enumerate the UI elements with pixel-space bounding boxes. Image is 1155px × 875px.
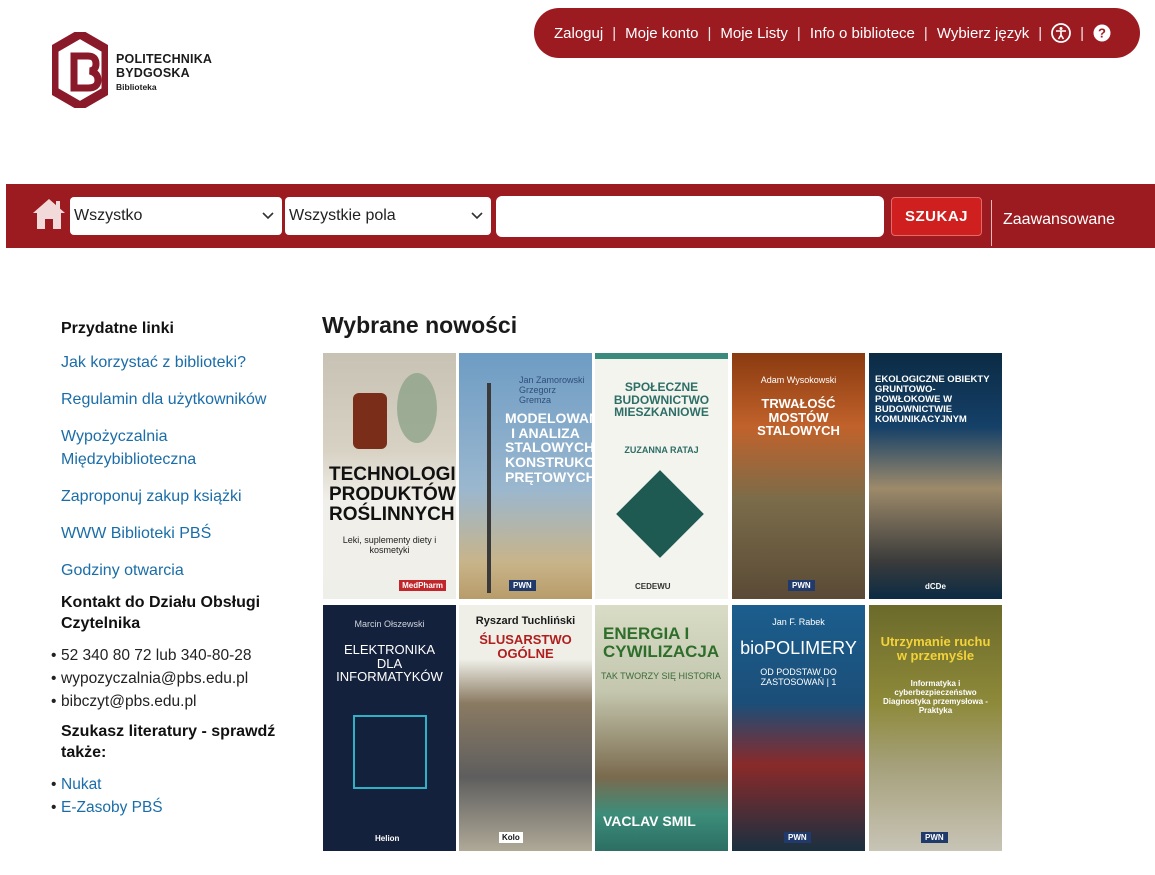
- svg-text:?: ?: [1098, 26, 1106, 41]
- accessibility-icon[interactable]: [1051, 23, 1072, 43]
- login-link[interactable]: Zaloguj: [554, 25, 603, 42]
- sidebar-link-interlibrary-loan[interactable]: Wypożyczalnia Międzybiblioteczna: [61, 425, 301, 471]
- sidebar-link-suggest-purchase[interactable]: Zaproponuj zakup książki: [61, 485, 301, 508]
- book-publisher: Kolo: [499, 832, 523, 843]
- my-account-link[interactable]: Moje konto: [625, 25, 698, 42]
- nav-separator: |: [1038, 24, 1043, 42]
- book-title: MODELOWANIE I ANALIZA STALOWYCH KONSTRUK…: [505, 410, 592, 485]
- book-cover[interactable]: EKOLOGICZNE OBIEKTY GRUNTOWO-POWŁOKOWE W…: [869, 353, 1002, 599]
- search-field-value: Wszystkie pola: [289, 207, 396, 224]
- choose-language-link[interactable]: Wybierz język: [937, 25, 1029, 42]
- logo-name-line2: BYDGOSKA: [116, 66, 190, 80]
- book-subtitle: Informatyka i cyberbezpieczeństwo Diagno…: [883, 679, 988, 715]
- book-publisher: PWN: [788, 580, 815, 591]
- search-bar: Wszystko Wszystkie pola SZUKAJ Zaawansow…: [6, 184, 1155, 248]
- book-author: Marcin Ołszewski: [354, 619, 425, 629]
- book-title: EKOLOGICZNE OBIEKTY GRUNTOWO-POWŁOKOWE W…: [875, 374, 990, 425]
- contact-phone: 52 340 80 72 lub 340-80-28: [51, 644, 301, 667]
- help-icon[interactable]: ?: [1093, 24, 1111, 42]
- contact-email-loans[interactable]: wypozyczalnia@pbs.edu.pl: [51, 667, 301, 690]
- logo-emblem-icon: [52, 32, 108, 108]
- sidebar-link-library-www[interactable]: WWW Biblioteki PBŚ: [61, 522, 301, 545]
- logo-name-line3: Biblioteka: [116, 82, 157, 92]
- book-cover[interactable]: Utrzymanie ruchu w przemyśle Informatyka…: [869, 605, 1002, 851]
- plant-graphic: [397, 373, 437, 443]
- nav-separator: |: [707, 24, 712, 42]
- tower-graphic: [487, 383, 491, 593]
- book-publisher: CEDEWU: [635, 582, 671, 591]
- contact-heading: Kontakt do Działu Obsługi Czytelnika: [61, 594, 261, 632]
- book-title: TECHNOLOGIA PRODUKTÓW ROŚLINNYCH: [329, 464, 456, 525]
- book-cover[interactable]: Adam Wysokowski TRWAŁOŚĆ MOSTÓW STALOWYC…: [732, 353, 865, 599]
- sidebar: Przydatne linki Jak korzystać z bibliote…: [51, 318, 301, 819]
- nav-separator: |: [923, 24, 928, 42]
- contact-email-reading-room[interactable]: bibczyt@pbs.edu.pl: [51, 690, 301, 713]
- library-info-link[interactable]: Info o bibliotece: [810, 25, 915, 42]
- nukat-link[interactable]: Nukat: [51, 773, 301, 796]
- cover-stripe: [595, 353, 728, 359]
- top-navigation: Zaloguj | Moje konto | Moje Listy | Info…: [534, 8, 1140, 58]
- book-title: bioPOLIMERY: [740, 638, 857, 658]
- new-books-title: Wybrane nowości: [322, 312, 518, 338]
- search-scope-select[interactable]: Wszystko: [70, 197, 282, 235]
- home-icon[interactable]: [31, 197, 67, 231]
- book-publisher: Helion: [375, 834, 400, 843]
- nav-separator: |: [612, 24, 617, 42]
- library-logo[interactable]: POLITECHNIKA BYDGOSKA Biblioteka: [52, 32, 232, 108]
- book-title: Utrzymanie ruchu w przemyśle: [880, 634, 991, 663]
- sidebar-link-opening-hours[interactable]: Godziny otwarcia: [61, 559, 301, 582]
- sidebar-link-regulations[interactable]: Regulamin dla użytkowników: [61, 388, 301, 411]
- book-title: SPOŁECZNE BUDOWNICTWO MIESZKANIOWE: [613, 380, 710, 420]
- literature-links: Nukat E-Zasoby PBŚ: [51, 773, 301, 819]
- logo-name-line1: POLITECHNIKA: [116, 52, 213, 66]
- book-cover[interactable]: ENERGIA I CYWILIZACJA TAK TWORZY SIĘ HIS…: [595, 605, 728, 851]
- book-author: Adam Wysokowski: [760, 375, 837, 385]
- search-scope-value: Wszystko: [74, 207, 143, 224]
- book-publisher: PWN: [509, 580, 536, 591]
- my-lists-link[interactable]: Moje Listy: [720, 25, 788, 42]
- book-publisher: PWN: [784, 832, 811, 843]
- nav-separator: |: [796, 24, 801, 42]
- book-cover[interactable]: SPOŁECZNE BUDOWNICTWO MIESZKANIOWE ZUZAN…: [595, 353, 728, 599]
- chip-graphic: [353, 715, 427, 789]
- e-resources-link[interactable]: E-Zasoby PBŚ: [51, 796, 301, 819]
- new-books-grid: TECHNOLOGIA PRODUKTÓW ROŚLINNYCH Leki, s…: [323, 353, 1003, 851]
- search-button[interactable]: SZUKAJ: [891, 197, 982, 236]
- book-cover[interactable]: Jan Zamorowski Grzegorz Gremza MODELOWAN…: [459, 353, 592, 599]
- sidebar-link-how-to-use[interactable]: Jak korzystać z biblioteki?: [61, 351, 301, 374]
- book-subtitle: Leki, suplementy diety i kosmetyki: [342, 535, 437, 555]
- useful-links-heading: Przydatne linki: [61, 320, 174, 337]
- divider: [991, 200, 992, 246]
- book-subtitle: ZUZANNA RATAJ: [624, 445, 699, 455]
- book-publisher: dCDe: [925, 582, 946, 591]
- chevron-down-icon: [471, 207, 483, 225]
- house-graphic: [616, 470, 704, 558]
- book-cover[interactable]: Marcin Ołszewski ELEKTRONIKA DLA INFORMA…: [323, 605, 456, 851]
- book-author: Jan F. Rabek: [772, 617, 825, 627]
- book-title: ENERGIA I CYWILIZACJA: [603, 624, 720, 661]
- search-field-select[interactable]: Wszystkie pola: [285, 197, 491, 235]
- book-author: Ryszard Tuchliński: [475, 615, 576, 627]
- literature-heading: Szukasz literatury - sprawdź także:: [61, 723, 276, 761]
- contact-list: 52 340 80 72 lub 340-80-28 wypozyczalnia…: [51, 644, 301, 713]
- book-publisher: VACLAV SMIL: [603, 813, 696, 829]
- advanced-search-link[interactable]: Zaawansowane: [1003, 211, 1115, 229]
- book-cover[interactable]: Jan F. Rabek bioPOLIMERY OD PODSTAW DO Z…: [732, 605, 865, 851]
- book-publisher: PWN: [921, 832, 948, 843]
- book-title: ELEKTRONIKA DLA INFORMATYKÓW: [336, 642, 443, 685]
- book-publisher: MedPharm: [399, 580, 446, 591]
- book-author: Jan Zamorowski Grzegorz Gremza: [519, 375, 585, 405]
- book-subtitle: OD PODSTAW DO ZASTOSOWAŃ | 1: [760, 667, 837, 687]
- nav-separator: |: [1080, 24, 1085, 42]
- search-input[interactable]: [496, 196, 884, 237]
- book-title: ŚLUSARSTWO OGÓLNE: [479, 632, 572, 661]
- bottle-graphic: [353, 393, 387, 449]
- book-cover[interactable]: TECHNOLOGIA PRODUKTÓW ROŚLINNYCH Leki, s…: [323, 353, 456, 599]
- book-title: TRWAŁOŚĆ MOSTÓW STALOWYCH: [757, 396, 840, 439]
- book-subtitle: TAK TWORZY SIĘ HISTORIA: [601, 671, 721, 681]
- chevron-down-icon: [262, 207, 274, 225]
- book-cover[interactable]: Ryszard Tuchliński ŚLUSARSTWO OGÓLNE Kol…: [459, 605, 592, 851]
